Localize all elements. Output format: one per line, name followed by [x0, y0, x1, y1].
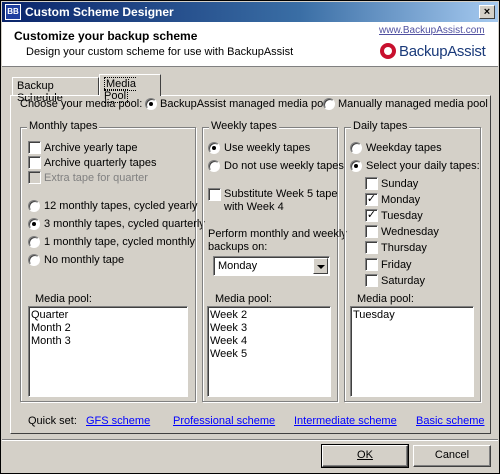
radio-weekday-tapes[interactable] [350, 142, 362, 154]
header-subtitle: Design your custom scheme for use with B… [26, 46, 294, 58]
substitute-week5-label-line1[interactable]: Substitute Week 5 tape [224, 188, 338, 200]
radio-3-monthly-label[interactable]: 3 monthly tapes, cycled quarterly [44, 218, 205, 230]
archive-quarterly-checkbox[interactable] [28, 156, 41, 169]
daily-media-pool-label: Media pool: [357, 293, 414, 305]
ok-button[interactable]: OK [321, 444, 409, 468]
list-item[interactable]: Week 2 [210, 309, 328, 322]
quick-set-label: Quick set: [28, 415, 77, 427]
radio-manual-pool-label[interactable]: Manually managed media pool [338, 98, 488, 110]
footer-separator [2, 439, 498, 441]
app-icon: BB [5, 4, 21, 20]
day-label-wednesday[interactable]: Wednesday [381, 226, 439, 238]
perform-backups-label-line2: backups on: [208, 241, 268, 253]
daily-media-pool-list[interactable]: Tuesday [350, 306, 474, 397]
archive-yearly-checkbox[interactable] [28, 141, 41, 154]
extra-tape-label: Extra tape for quarter [44, 172, 148, 184]
weekly-media-pool-label: Media pool: [215, 293, 272, 305]
day-checkbox-saturday[interactable] [365, 274, 378, 287]
radio-use-weekly[interactable] [208, 142, 220, 154]
backup-day-select[interactable]: Monday [213, 256, 330, 276]
logo-text: BackupAssist [399, 42, 486, 60]
basic-scheme-link[interactable]: Basic scheme [416, 415, 484, 427]
weekly-tapes-title: Weekly tapes [209, 120, 279, 132]
radio-1-monthly-label[interactable]: 1 monthly tape, cycled monthly [44, 236, 195, 248]
substitute-week5-label-line2[interactable]: with Week 4 [224, 201, 284, 213]
chevron-down-icon[interactable] [313, 258, 328, 274]
radio-managed-pool-label[interactable]: BackupAssist managed media pool [160, 98, 332, 110]
header-banner: Customize your backup scheme Design your… [2, 22, 498, 67]
archive-yearly-label[interactable]: Archive yearly tape [44, 142, 138, 154]
radio-12-monthly-label[interactable]: 12 monthly tapes, cycled yearly [44, 200, 197, 212]
perform-backups-label-line1: Perform monthly and weekly [208, 228, 347, 240]
ok-button-label: OK [357, 449, 373, 461]
website-link[interactable]: www.BackupAssist.com [379, 25, 485, 36]
backup-day-value: Monday [218, 260, 258, 272]
professional-scheme-link[interactable]: Professional scheme [173, 415, 275, 427]
day-label-saturday[interactable]: Saturday [381, 275, 425, 287]
tab-backup-schedule[interactable]: Backup Schedule [12, 77, 99, 104]
list-item[interactable]: Tuesday [353, 309, 471, 322]
custom-scheme-designer-window: BB Custom Scheme Designer × Customize yo… [0, 0, 500, 474]
cancel-button-label: Cancel [434, 449, 470, 461]
radio-3-monthly[interactable] [28, 218, 40, 230]
list-item[interactable]: Month 2 [31, 322, 185, 335]
title-bar[interactable]: BB Custom Scheme Designer × [2, 2, 498, 22]
monthly-tapes-title: Monthly tapes [27, 120, 100, 132]
radio-no-weekly-label[interactable]: Do not use weekly tapes [224, 160, 344, 172]
window-title: Custom Scheme Designer [25, 5, 174, 19]
monthly-media-pool-list[interactable]: Quarter Month 2 Month 3 [28, 306, 188, 397]
radio-managed-pool[interactable] [145, 98, 157, 110]
day-checkbox-monday[interactable]: ✓ [365, 193, 378, 206]
tab-media-pool[interactable]: Media Pool [99, 74, 161, 103]
substitute-week5-checkbox[interactable] [208, 188, 221, 201]
radio-select-daily-label[interactable]: Select your daily tapes: [366, 160, 480, 172]
day-label-sunday[interactable]: Sunday [381, 178, 418, 190]
radio-no-weekly[interactable] [208, 160, 220, 172]
radio-manual-pool[interactable] [323, 98, 335, 110]
day-label-tuesday[interactable]: Tuesday [381, 210, 423, 222]
list-item[interactable]: Quarter [31, 309, 185, 322]
day-checkbox-sunday[interactable] [365, 177, 378, 190]
backupassist-logo: BackupAssist [380, 40, 486, 62]
day-label-monday[interactable]: Monday [381, 194, 420, 206]
radio-weekday-tapes-label[interactable]: Weekday tapes [366, 142, 442, 154]
day-label-friday[interactable]: Friday [381, 259, 412, 271]
logo-mark-icon [380, 43, 396, 59]
day-checkbox-tuesday[interactable]: ✓ [365, 209, 378, 222]
list-item[interactable]: Month 3 [31, 335, 185, 348]
gfs-scheme-link[interactable]: GFS scheme [86, 415, 150, 427]
intermediate-scheme-link[interactable]: Intermediate scheme [294, 415, 397, 427]
day-checkbox-thursday[interactable] [365, 241, 378, 254]
list-item[interactable]: Week 3 [210, 322, 328, 335]
radio-1-monthly[interactable] [28, 236, 40, 248]
day-label-thursday[interactable]: Thursday [381, 242, 427, 254]
monthly-media-pool-label: Media pool: [35, 293, 92, 305]
radio-no-monthly-label[interactable]: No monthly tape [44, 254, 124, 266]
day-checkbox-friday[interactable] [365, 258, 378, 271]
close-button[interactable]: × [479, 5, 495, 19]
list-item[interactable]: Week 4 [210, 335, 328, 348]
list-item[interactable]: Week 5 [210, 348, 328, 361]
archive-quarterly-label[interactable]: Archive quarterly tapes [44, 157, 157, 169]
weekly-media-pool-list[interactable]: Week 2 Week 3 Week 4 Week 5 [207, 306, 331, 397]
header-title: Customize your backup scheme [14, 29, 198, 43]
daily-tapes-title: Daily tapes [351, 120, 410, 132]
radio-no-monthly[interactable] [28, 254, 40, 266]
cancel-button[interactable]: Cancel [413, 445, 491, 467]
extra-tape-checkbox [28, 171, 41, 184]
radio-12-monthly[interactable] [28, 200, 40, 212]
day-checkbox-wednesday[interactable] [365, 225, 378, 238]
radio-select-daily[interactable] [350, 160, 362, 172]
radio-use-weekly-label[interactable]: Use weekly tapes [224, 142, 310, 154]
